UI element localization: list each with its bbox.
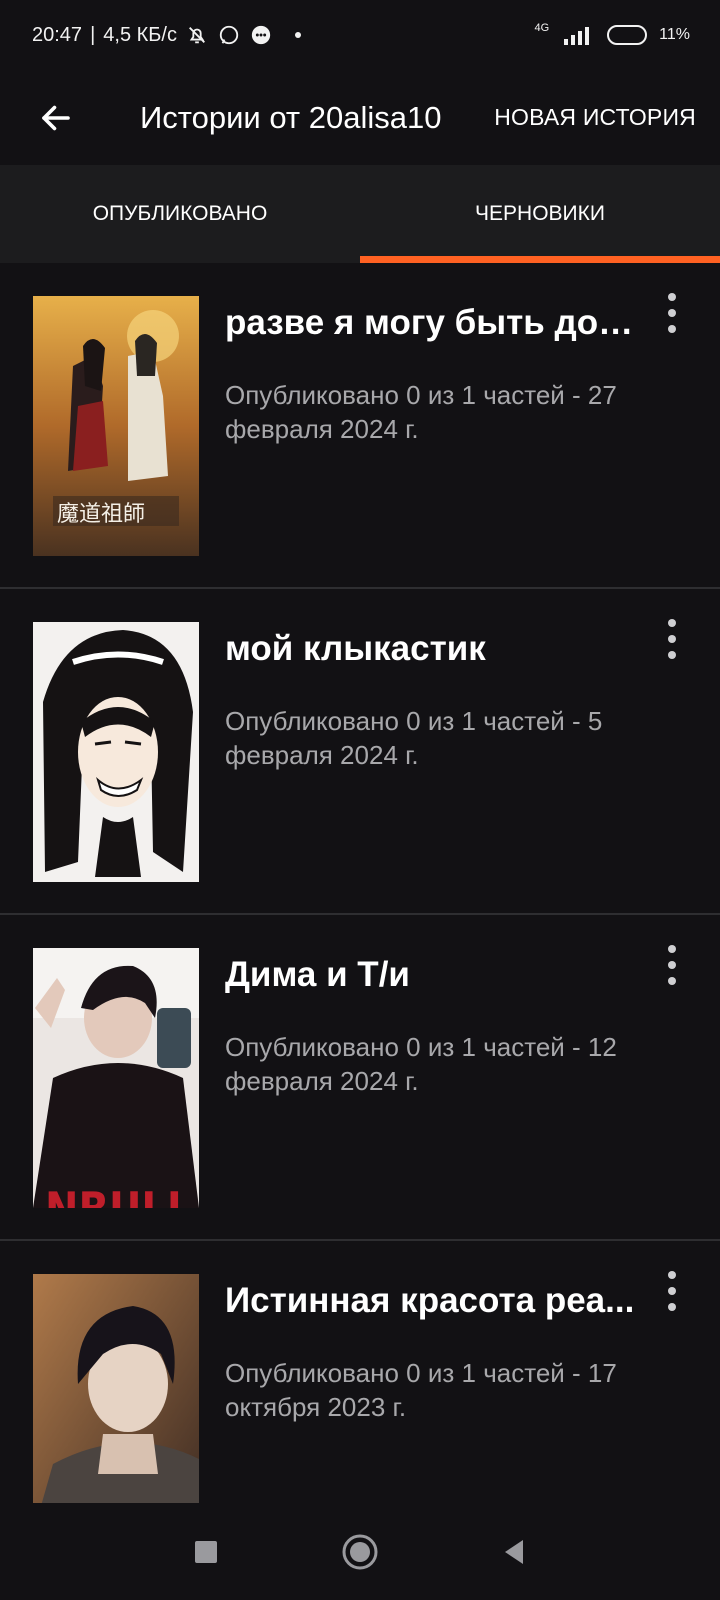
tab-bar: ОПУБЛИКОВАНО ЧЕРНОВИКИ xyxy=(0,165,720,263)
recent-apps-button[interactable] xyxy=(184,1530,228,1574)
story-meta: Опубликовано 0 из 1 частей - 27 февраля … xyxy=(225,380,617,444)
more-options-button[interactable] xyxy=(660,1271,684,1311)
more-options-button[interactable] xyxy=(660,945,684,985)
dot xyxy=(668,977,676,985)
story-cover xyxy=(33,1274,199,1503)
home-button[interactable] xyxy=(338,1530,382,1574)
story-card[interactable]: Истинная красота реа... Опубликовано 0 и… xyxy=(0,1241,720,1503)
dot xyxy=(668,325,676,333)
dot xyxy=(668,619,676,627)
network-type: 4G xyxy=(534,22,550,34)
system-nav-bar xyxy=(0,1503,720,1600)
story-card[interactable]: NBULL Дима и Т/и Опубликовано 0 из 1 час… xyxy=(0,915,720,1241)
story-title: Дима и Т/и xyxy=(225,955,410,994)
story-meta: Опубликовано 0 из 1 частей - 17 октября … xyxy=(225,1358,617,1422)
more-options-button[interactable] xyxy=(660,619,684,659)
story-card[interactable]: мой клыкастик Опубликовано 0 из 1 частей… xyxy=(0,589,720,915)
dot xyxy=(668,651,676,659)
arrow-left-icon xyxy=(42,105,70,130)
dot xyxy=(668,1303,676,1311)
status-divider: | xyxy=(90,23,96,46)
bell-off-icon xyxy=(185,23,209,47)
dot xyxy=(668,945,676,953)
story-cover xyxy=(33,622,199,882)
story-title: разве я могу быть доб... xyxy=(225,303,645,342)
dot xyxy=(668,961,676,969)
battery-percent: 11% xyxy=(659,26,690,43)
tab-published[interactable]: ОПУБЛИКОВАНО xyxy=(0,165,360,263)
signal-icon xyxy=(561,23,595,47)
more-options-button[interactable] xyxy=(660,293,684,333)
circle-home-icon xyxy=(342,1534,378,1569)
triangle-back-icon xyxy=(505,1539,523,1564)
square-recent-icon xyxy=(195,1540,217,1563)
back-button[interactable] xyxy=(26,88,86,148)
app-bar: Истории от 20alisa10 НОВАЯ ИСТОРИЯ xyxy=(0,70,720,165)
chat-bubble-icon xyxy=(249,23,273,47)
status-time: 20:47 xyxy=(32,23,83,46)
story-meta: Опубликовано 0 из 1 частей - 12 февраля … xyxy=(225,1032,617,1096)
dot xyxy=(668,635,676,643)
story-cover: 魔道祖師 xyxy=(33,296,199,556)
status-right: 4G 11% xyxy=(534,23,690,47)
svg-text:魔道祖師: 魔道祖師 xyxy=(57,502,145,527)
svg-text:NBULL: NBULL xyxy=(45,1183,192,1208)
story-card[interactable]: 魔道祖師 разве я могу быть доб... Опубликова… xyxy=(0,263,720,589)
whatsapp-icon xyxy=(217,23,241,47)
status-left: 20:47 | 4,5 КБ/с xyxy=(32,23,301,47)
story-cover: NBULL xyxy=(33,948,199,1208)
page-title: Истории от 20alisa10 xyxy=(140,99,442,135)
dot xyxy=(668,1287,676,1295)
dot xyxy=(668,309,676,317)
notification-dot xyxy=(294,32,301,38)
status-speed: 4,5 КБ/с xyxy=(103,23,177,46)
story-title: мой клыкастик xyxy=(225,629,486,668)
battery-icon xyxy=(607,25,648,45)
story-meta: Опубликовано 0 из 1 частей - 5 февраля 2… xyxy=(225,706,603,770)
status-bar: 20:47 | 4,5 КБ/с 4G 11% xyxy=(0,0,720,70)
story-list: 魔道祖師 разве я могу быть доб... Опубликова… xyxy=(0,263,720,1503)
dot xyxy=(668,1271,676,1279)
dot xyxy=(668,293,676,301)
story-title: Истинная красота реа... xyxy=(225,1281,635,1320)
back-nav-button[interactable] xyxy=(492,1530,536,1574)
tab-drafts[interactable]: ЧЕРНОВИКИ xyxy=(360,165,720,263)
new-story-button[interactable]: НОВАЯ ИСТОРИЯ xyxy=(494,104,696,131)
